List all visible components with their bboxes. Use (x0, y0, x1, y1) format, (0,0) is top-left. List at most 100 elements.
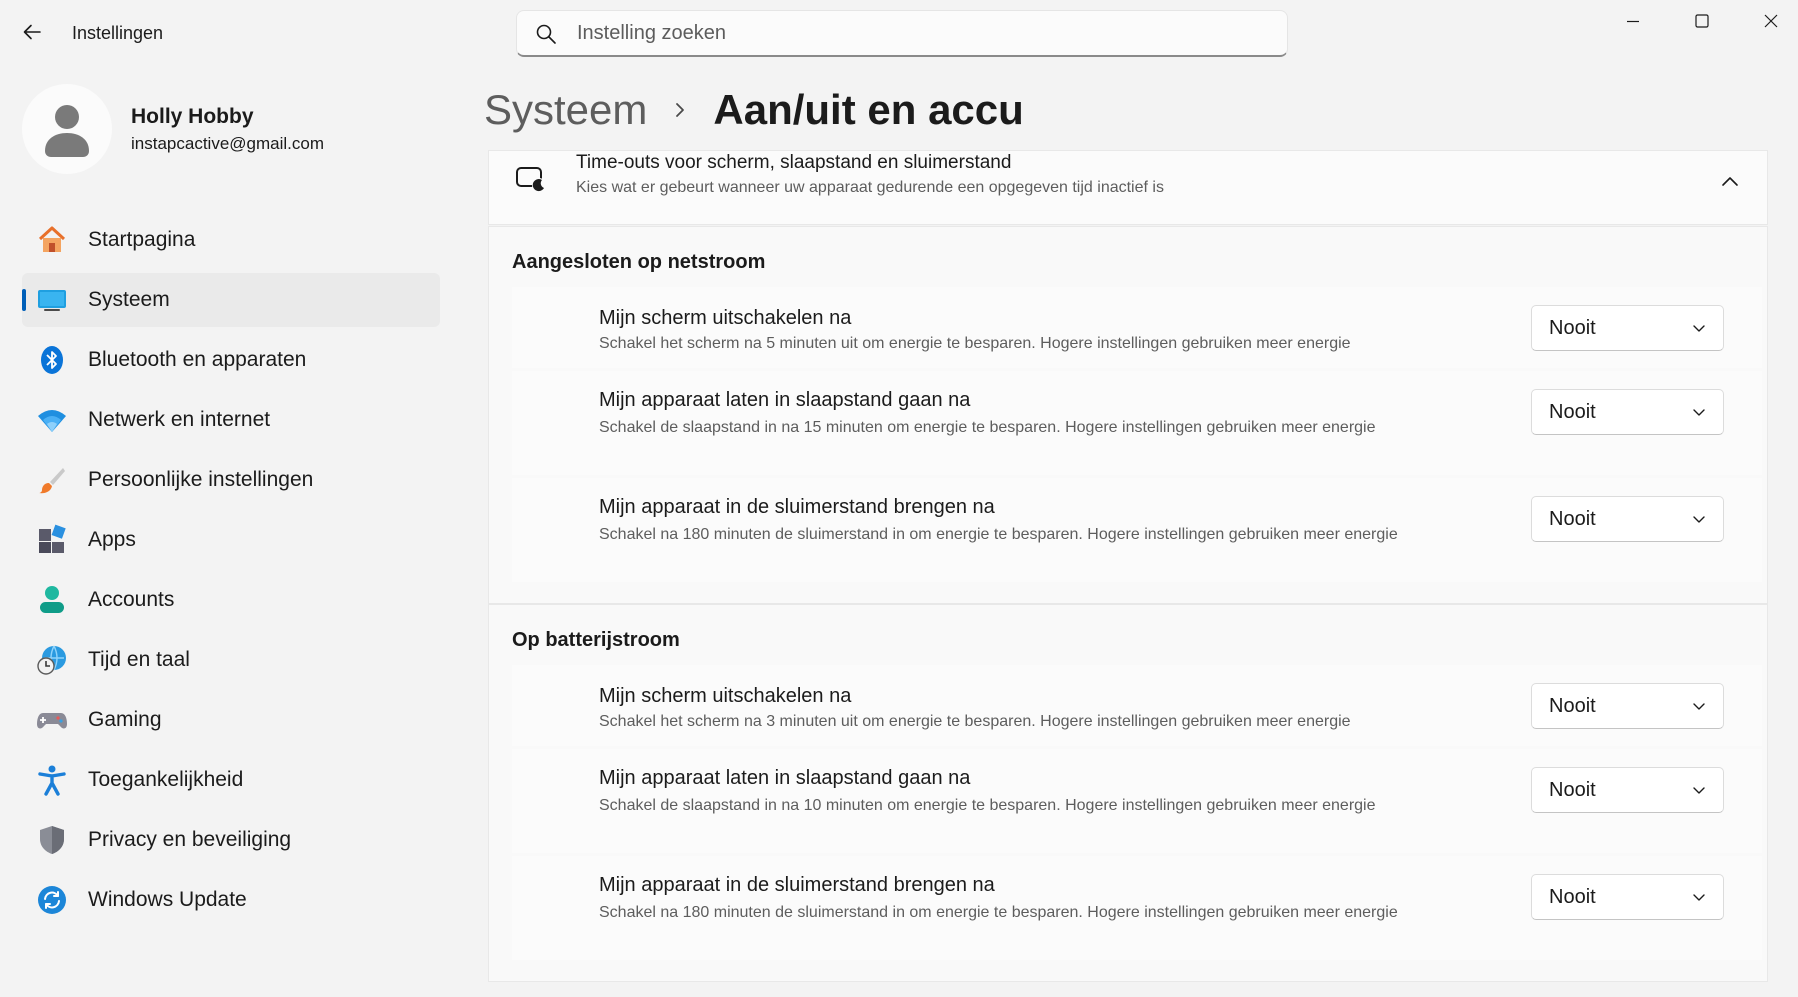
chevron-down-icon (1693, 409, 1705, 416)
screen-off-dropdown[interactable]: Nooit (1531, 683, 1724, 729)
setting-description: Schakel na 180 minuten de sluimerstand i… (599, 904, 1398, 921)
sidebar-item-netwerk[interactable]: Netwerk en internet (22, 393, 440, 447)
back-arrow-icon (23, 24, 41, 40)
setting-row: Mijn apparaat in de sluimerstand brengen… (512, 856, 1762, 960)
sidebar-item-apps[interactable]: Apps (22, 513, 440, 567)
sidebar-item-persoonlijk[interactable]: Persoonlijke instellingen (22, 453, 440, 507)
search-icon (536, 24, 556, 44)
maximize-button[interactable] (1667, 0, 1737, 42)
wifi-icon (36, 404, 68, 436)
setting-row: Mijn scherm uitschakelen na Schakel het … (512, 287, 1762, 368)
dropdown-value: Nooit (1549, 886, 1596, 908)
setting-title: Mijn scherm uitschakelen na (599, 685, 852, 707)
setting-title: Mijn apparaat in de sluimerstand brengen… (599, 496, 995, 518)
sidebar-item-label: Bluetooth en apparaten (88, 348, 307, 371)
setting-row: Mijn apparaat laten in slaapstand gaan n… (512, 749, 1762, 853)
shield-icon (36, 824, 68, 856)
setting-description: Schakel na 180 minuten de sluimerstand i… (599, 526, 1398, 543)
chevron-down-icon (1693, 894, 1705, 901)
back-button[interactable] (14, 14, 50, 50)
sidebar-item-label: Apps (88, 528, 136, 551)
gamepad-icon (36, 704, 68, 736)
hibernate-dropdown[interactable]: Nooit (1531, 496, 1724, 542)
setting-row: Mijn apparaat in de sluimerstand brengen… (512, 478, 1762, 582)
sleep-dropdown[interactable]: Nooit (1531, 767, 1724, 813)
chevron-up-icon (1722, 177, 1738, 186)
close-button[interactable] (1736, 0, 1798, 42)
sleep-dropdown[interactable]: Nooit (1531, 389, 1724, 435)
setting-title: Mijn apparaat laten in slaapstand gaan n… (599, 389, 971, 411)
sidebar-item-label: Gaming (88, 708, 162, 731)
setting-title: Mijn apparaat in de sluimerstand brengen… (599, 874, 995, 896)
sidebar-item-label: Toegankelijkheid (88, 768, 244, 791)
chevron-down-icon (1693, 703, 1705, 710)
section-title: Aangesloten op netstroom (512, 251, 766, 273)
sidebar-item-accounts[interactable]: Accounts (22, 573, 440, 627)
chevron-down-icon (1693, 516, 1705, 523)
timeouts-expander-header[interactable]: Time-outs voor scherm, slaapstand en slu… (488, 150, 1768, 225)
time-language-icon (36, 644, 68, 676)
apps-icon (36, 524, 68, 556)
selection-indicator (22, 289, 26, 311)
search-input[interactable] (577, 11, 1257, 55)
breadcrumb-parent[interactable]: Systeem (484, 86, 647, 134)
minimize-icon (1627, 20, 1639, 23)
search-box[interactable] (516, 10, 1288, 57)
sidebar-item-label: Privacy en beveiliging (88, 828, 292, 851)
sidebar-item-bluetooth[interactable]: Bluetooth en apparaten (22, 333, 440, 387)
chevron-right-icon (673, 100, 687, 120)
sidebar-item-startpagina[interactable]: Startpagina (22, 213, 440, 267)
chevron-down-icon (1693, 787, 1705, 794)
sidebar-item-windows-update[interactable]: Windows Update (22, 873, 440, 927)
accessibility-icon (36, 764, 68, 796)
sidebar-item-privacy[interactable]: Privacy en beveiliging (22, 813, 440, 867)
setting-description: Schakel de slaapstand in na 15 minuten o… (599, 419, 1376, 436)
person-icon (45, 105, 89, 157)
timeouts-description: Kies wat er gebeurt wanneer uw apparaat … (576, 179, 1164, 196)
sidebar-nav: Startpagina Systeem Bluetooth en apparat… (22, 213, 440, 933)
section-on-battery: Op batterijstroom Mijn scherm uitschakel… (488, 604, 1768, 982)
avatar (22, 84, 112, 174)
title-bar: Instellingen (0, 0, 1798, 66)
screen-off-dropdown[interactable]: Nooit (1531, 305, 1724, 351)
collapse-button[interactable] (1715, 166, 1745, 196)
setting-row: Mijn apparaat laten in slaapstand gaan n… (512, 371, 1762, 475)
user-email: instapcactive@gmail.com (131, 134, 324, 153)
sidebar-item-label: Netwerk en internet (88, 408, 271, 431)
bluetooth-icon (36, 344, 68, 376)
account-icon (36, 584, 68, 616)
maximize-icon (1695, 14, 1709, 28)
app-title: Instellingen (72, 23, 164, 43)
setting-description: Schakel het scherm na 3 minuten uit om e… (599, 713, 1351, 730)
setting-title: Mijn apparaat laten in slaapstand gaan n… (599, 767, 971, 789)
section-plugged-in: Aangesloten op netstroom Mijn scherm uit… (488, 226, 1768, 604)
sidebar-item-gaming[interactable]: Gaming (22, 693, 440, 747)
sidebar-item-label: Accounts (88, 588, 175, 611)
sidebar-item-systeem[interactable]: Systeem (22, 273, 440, 327)
dropdown-value: Nooit (1549, 695, 1596, 717)
close-icon (1764, 14, 1778, 28)
timeouts-title: Time-outs voor scherm, slaapstand en slu… (576, 152, 1012, 173)
sidebar-item-label: Windows Update (88, 888, 247, 911)
home-icon (36, 224, 68, 256)
brush-icon (36, 464, 68, 496)
sidebar-item-label: Startpagina (88, 228, 196, 251)
dropdown-value: Nooit (1549, 779, 1596, 801)
setting-row: Mijn scherm uitschakelen na Schakel het … (512, 665, 1762, 746)
section-title: Op batterijstroom (512, 629, 680, 651)
sidebar-item-label: Tijd en taal (88, 648, 190, 671)
breadcrumb: Systeem Aan/uit en accu (484, 80, 1024, 140)
system-icon (36, 284, 68, 316)
sidebar-item-toegankelijkheid[interactable]: Toegankelijkheid (22, 753, 440, 807)
setting-description: Schakel de slaapstand in na 10 minuten o… (599, 797, 1376, 814)
sidebar-item-tijd-taal[interactable]: Tijd en taal (22, 633, 440, 687)
update-icon (36, 884, 68, 916)
page-title: Aan/uit en accu (713, 86, 1024, 133)
minimize-button[interactable] (1598, 0, 1668, 42)
sidebar-item-label: Persoonlijke instellingen (88, 468, 314, 491)
chevron-down-icon (1693, 325, 1705, 332)
hibernate-dropdown[interactable]: Nooit (1531, 874, 1724, 920)
sidebar-item-label: Systeem (88, 288, 170, 311)
dropdown-value: Nooit (1549, 508, 1596, 530)
screen-sleep-icon (516, 167, 546, 192)
